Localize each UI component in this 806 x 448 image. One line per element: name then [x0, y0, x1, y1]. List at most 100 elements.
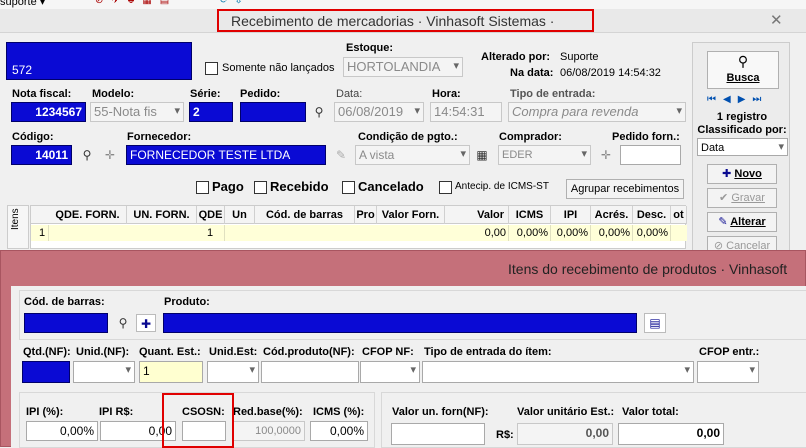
ipi-pct-label: IPI (%):: [26, 406, 64, 418]
binoculars-icon: ⚲: [737, 53, 749, 69]
next-record-icon[interactable]: ▶: [738, 94, 753, 105]
row-cell: 1: [197, 225, 225, 241]
side-panel: ⚲ Busca ⏮◀▶⏭ 1 registro Classificado por…: [692, 42, 790, 257]
icms-pct-input[interactable]: 0,00%: [310, 421, 368, 441]
produto-label: Produto:: [164, 296, 210, 308]
hora-input[interactable]: 14:54:31: [430, 102, 502, 122]
itens-tab[interactable]: Itens: [7, 205, 29, 249]
data-input[interactable]: 06/08/2019: [334, 102, 424, 122]
somente-nao-lancados-checkbox[interactable]: [205, 62, 218, 75]
grid-header-cell[interactable]: UN. FORN.: [127, 206, 197, 224]
cfop-entr-select[interactable]: [697, 361, 759, 383]
classificado-label: Classificado por:: [697, 124, 787, 136]
produto-input[interactable]: [163, 313, 637, 333]
fornecedor-input[interactable]: FORNECEDOR TESTE LTDA: [126, 145, 326, 165]
comprador-select[interactable]: EDER: [498, 145, 591, 165]
qtd-nf-label: Qtd.(NF):: [23, 346, 71, 358]
grid-header-cell[interactable]: IPI: [551, 206, 591, 224]
cancelado-checkbox[interactable]: [342, 181, 355, 194]
toolbar-icons-right[interactable]: ⟳⇩: [220, 0, 249, 6]
alterar-button[interactable]: ✎ Alterar: [707, 212, 777, 232]
row-cell: 0,00%: [509, 225, 551, 241]
edit-icon[interactable]: ✎: [331, 146, 351, 164]
user-menu[interactable]: suporte ▾: [0, 0, 45, 8]
tipo-entrada-item-select[interactable]: [422, 361, 694, 383]
calculator-icon[interactable]: ▦: [472, 146, 492, 164]
record-number: 572: [12, 63, 33, 77]
novo-button[interactable]: ✚ Novo: [707, 164, 777, 184]
grid-header-cell[interactable]: Pro: [355, 206, 377, 224]
cod-barras-input[interactable]: [24, 313, 108, 333]
grid-header-cell[interactable]: ICMS: [509, 206, 551, 224]
grid-header-cell[interactable]: QDE. FORN.: [49, 206, 127, 224]
nota-fiscal-input[interactable]: 1234567: [11, 102, 86, 122]
quant-est-label: Quant. Est.:: [139, 346, 201, 358]
serie-input[interactable]: 2: [189, 102, 233, 122]
items-window-body: Cód. de barras: ⚲ ✚ Produto: ▤ Qtd.(NF):…: [11, 286, 806, 448]
serie-label: Série:: [190, 88, 221, 100]
estoque-select[interactable]: HORTOLANDIA: [343, 57, 463, 77]
valor-total-label: Valor total:: [622, 406, 679, 418]
data-label: Data:: [336, 88, 363, 100]
comprador-label: Comprador:: [499, 131, 562, 143]
add-icon[interactable]: ✚: [136, 314, 156, 332]
unid-est-select[interactable]: [207, 361, 259, 383]
binoculars-icon[interactable]: ⚲: [309, 103, 329, 121]
codigo-input[interactable]: 14011: [11, 145, 72, 165]
toolbar-icons[interactable]: ⊘✈♣▦▤: [95, 0, 177, 6]
valor-unitario-est-input[interactable]: 0,00: [517, 423, 613, 445]
close-icon[interactable]: ✕: [770, 11, 783, 29]
cancelado-label: Cancelado: [358, 179, 424, 194]
quant-est-input[interactable]: 1: [139, 361, 203, 383]
cod-produto-nf-label: Cód.produto(NF):: [263, 346, 355, 358]
red-base-input[interactable]: 100,0000: [233, 421, 305, 441]
modelo-select[interactable]: 55-Nota fis: [90, 102, 184, 122]
condicao-select[interactable]: A vista: [355, 145, 470, 165]
row-cell: 0,00%: [551, 225, 591, 241]
grid-header-cell[interactable]: Un: [225, 206, 255, 224]
pedido-forn-input[interactable]: [620, 145, 681, 165]
valor-total-input[interactable]: 0,00: [618, 423, 724, 445]
prev-record-icon[interactable]: ◀: [723, 94, 738, 105]
valor-un-forn-input[interactable]: [391, 423, 485, 445]
grid-header-cell[interactable]: QDE: [197, 206, 225, 224]
ipi-pct-input[interactable]: 0,00%: [26, 421, 98, 441]
binoculars-icon[interactable]: ⚲: [77, 146, 97, 164]
grid-header-cell[interactable]: ot: [671, 206, 687, 224]
row-cell: 0,00%: [633, 225, 671, 241]
add-icon[interactable]: ✛: [100, 146, 120, 164]
cfop-nf-select[interactable]: [360, 361, 420, 383]
pago-checkbox[interactable]: [196, 181, 209, 194]
busca-button[interactable]: ⚲ Busca: [707, 51, 779, 89]
edit-form-icon[interactable]: ▤: [644, 313, 666, 333]
first-record-icon[interactable]: ⏮: [707, 94, 723, 105]
antecip-checkbox[interactable]: [439, 181, 452, 194]
grid-header-cell[interactable]: Acrés.: [591, 206, 633, 224]
gravar-button[interactable]: ✔ Gravar: [707, 188, 777, 208]
grid-header-cell[interactable]: Cód. de barras: [255, 206, 355, 224]
nota-fiscal-label: Nota fiscal:: [12, 88, 72, 100]
unid-nf-label: Unid.(NF):: [76, 346, 130, 358]
grid-header-cell[interactable]: Valor Forn.: [377, 206, 445, 224]
row-index: 1: [37, 225, 49, 241]
last-record-icon[interactable]: ⏭: [752, 94, 768, 105]
grid-header-cell[interactable]: Desc.: [633, 206, 671, 224]
items-window-title: Itens do recebimento de produtos · Vinha…: [508, 261, 788, 277]
table-row[interactable]: 1 1 0,00 0,00% 0,00% 0,00% 0,00%: [31, 225, 687, 241]
qtd-nf-input[interactable]: [22, 361, 70, 383]
busca-label: Busca: [726, 72, 760, 84]
csosn-highlight-box: [162, 393, 234, 448]
grid-header-cell[interactable]: Valor: [445, 206, 509, 224]
add-icon[interactable]: ✛: [596, 146, 616, 164]
classificado-select[interactable]: Data: [697, 138, 788, 156]
binoculars-icon[interactable]: ⚲: [113, 314, 133, 332]
icms-pct-label: ICMS (%):: [313, 406, 365, 418]
agrupar-recebimentos-button[interactable]: Agrupar recebimentos: [566, 179, 684, 199]
tipo-entrada-select[interactable]: Compra para revenda: [508, 102, 686, 122]
cod-produto-nf-input[interactable]: [261, 361, 359, 383]
pedido-input[interactable]: [240, 102, 306, 122]
unid-nf-select[interactable]: [73, 361, 135, 383]
cfop-entr-label: CFOP entr.:: [699, 346, 760, 358]
na-data-value: 06/08/2019 14:54:32: [560, 67, 661, 79]
recebido-checkbox[interactable]: [254, 181, 267, 194]
